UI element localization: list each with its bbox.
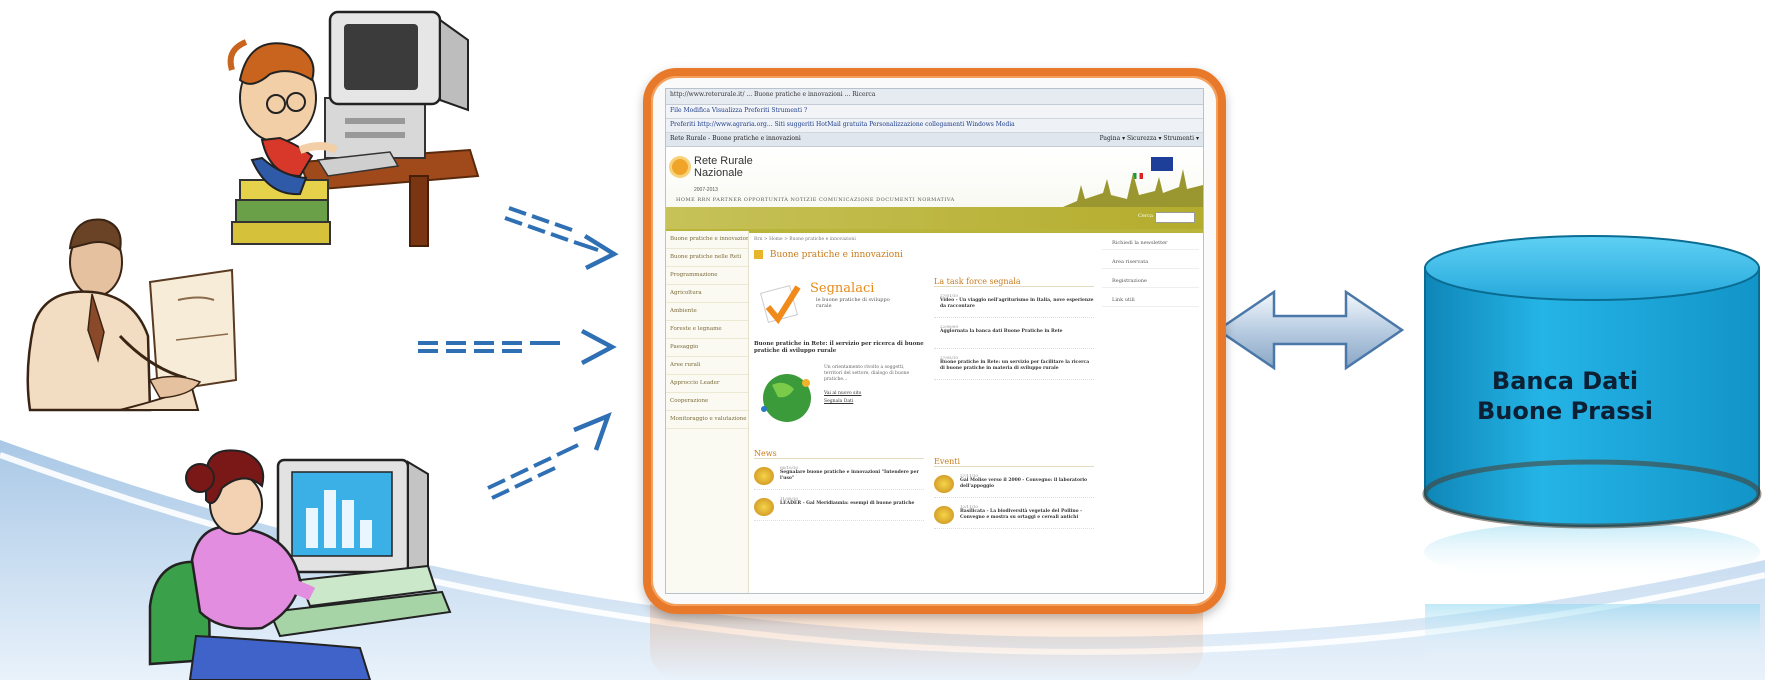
site-logo[interactable]: Rete Rurale Nazionale — [694, 155, 753, 179]
taskforce-item[interactable]: 22/09/09 Aggiornata la banca dati Buone P… — [934, 324, 1094, 349]
site-green-band: Cerca — [666, 207, 1203, 229]
browser-favorites-bar[interactable]: Preferiti http://www.agraria.org... Siti… — [666, 119, 1203, 133]
database-label-line1: Banca Dati — [1491, 367, 1639, 395]
site-header: Rete Rurale Nazionale 2007-2013 HOME RRN… — [666, 147, 1203, 233]
sidebar-item[interactable]: Paesaggio — [666, 339, 748, 357]
right-link[interactable]: Richiedi la newsletter — [1102, 237, 1199, 250]
right-link[interactable]: Registrazione — [1102, 275, 1199, 288]
sidebar-item[interactable]: Cooperazione — [666, 393, 748, 411]
item-text: LEADER - Gal Meridiaunia: esempi di buon… — [780, 501, 915, 506]
item-text: Basilicata - La biodiversità vegetale de… — [960, 509, 1083, 520]
item-text: Buone pratiche in Rete: un servizio per … — [940, 360, 1090, 371]
sidebar-item[interactable]: Aree rurali — [666, 357, 748, 375]
sidebar-item[interactable]: Programmazione — [666, 267, 748, 285]
news-list: 06/10/10 Segnalare buone pratiche e innov… — [754, 465, 924, 521]
logo-line2: Nazionale — [694, 167, 743, 179]
sidebar-item[interactable]: Approccio Leader — [666, 375, 748, 393]
taskforce-item[interactable]: 27/05/10 Buone pratiche in Rete: un servi… — [934, 355, 1094, 380]
events-list: 27/11/10 Gal Molise verso il 2000 - Conve… — [934, 473, 1094, 529]
site-main-content: Rrn > Home > Buone pratiche e innovazion… — [754, 231, 1094, 593]
segnalaci-title: Segnalaci — [810, 281, 875, 296]
logo-years: 2007-2013 — [694, 187, 718, 193]
thumbnail-icon — [754, 498, 774, 516]
taskforce-list: 27/01/10 Video - Un viaggio nell'agrituri… — [934, 293, 1094, 380]
thumbnail-icon — [934, 506, 954, 524]
site-nav[interactable]: HOME RRN PARTNER OPPORTUNITÀ NOTIZIE COM… — [676, 197, 955, 203]
news-heading: News — [754, 449, 924, 459]
right-link[interactable]: Area riservata — [1102, 256, 1199, 269]
intro-link-new-site[interactable]: Vai al nuovo sito — [824, 391, 861, 396]
diagram-canvas: http://www.reterurale.it/ ... Buone prat… — [0, 0, 1765, 680]
website-reflection — [650, 604, 1203, 680]
taskforce-item[interactable]: 27/01/10 Video - Un viaggio nell'agrituri… — [934, 293, 1094, 318]
database-label: Banca Dati Buone Prassi — [1440, 366, 1690, 426]
page-title-text: Buone pratiche e innovazioni — [769, 250, 903, 260]
item-text: Segnalare buone pratiche e innovazioni "… — [780, 470, 919, 481]
breadcrumb[interactable]: Rrn > Home > Buone pratiche e innovazion… — [754, 237, 1094, 242]
segnalaci-banner[interactable]: Segnalaci le buone pratiche di sviluppo … — [754, 277, 924, 337]
logo-line1: Rete Rurale — [694, 155, 753, 167]
item-text: Aggiornata la banca dati Buone Pratiche … — [940, 329, 1063, 334]
sidebar-item[interactable]: Buone pratiche nelle Reti — [666, 249, 748, 267]
events-item[interactable]: 12/11/10 Basilicata - La biodiversità veg… — [934, 504, 1094, 529]
events-panel: Eventi 27/11/10 Gal Molise verso il 2000 … — [934, 457, 1094, 529]
segnalaci-subtitle: le buone pratiche di sviluppo rurale — [816, 297, 890, 309]
right-link[interactable]: Link utili — [1102, 294, 1199, 307]
thumbnail-icon — [754, 467, 774, 485]
item-text: Gal Molise verso il 2000 - Convegno: il … — [960, 478, 1088, 489]
sidebar-item[interactable]: Foreste e legname — [666, 321, 748, 339]
globe-icon — [761, 374, 811, 422]
browser-page-menu[interactable]: Pagina ▾ Sicurezza ▾ Strumenti ▾ — [1100, 135, 1199, 144]
left-panel: Segnalaci le buone pratiche di sviluppo … — [754, 277, 924, 521]
database-label-line2: Buone Prassi — [1476, 397, 1653, 425]
sidebar-item[interactable]: Ambiente — [666, 303, 748, 321]
intro-link-report[interactable]: Segnala Dati — [824, 399, 853, 404]
site-sidebar: Buone pratiche e innovazioni Buone pratic… — [666, 231, 749, 593]
user-businessman-illustration — [26, 218, 238, 412]
intro-block: Un orientamento rivolto a soggetti, terr… — [754, 361, 924, 441]
sidebar-item[interactable]: Buone pratiche e innovazioni — [666, 231, 748, 249]
folder-icon — [754, 250, 763, 259]
user-boy-at-computer-illustration — [227, 10, 480, 247]
browser-window: http://www.reterurale.it/ ... Buone prat… — [665, 88, 1204, 594]
taskforce-heading: La task force segnala — [934, 277, 1094, 287]
arrow-user1-to-website — [504, 206, 619, 271]
news-item[interactable]: 06/10/10 Segnalare buone pratiche e innov… — [754, 465, 924, 490]
thumbnail-icon — [934, 475, 954, 493]
checkmark-icon — [760, 285, 801, 325]
site-right-column: Richiedi la newsletter Area riservata Regi… — [1098, 231, 1203, 593]
sidebar-item[interactable]: Monitoraggio e valutazione — [666, 411, 748, 429]
events-item[interactable]: 27/11/10 Gal Molise verso il 2000 - Conve… — [934, 473, 1094, 498]
browser-tab-bar[interactable]: Rete Rurale - Buone pratiche e innovazio… — [666, 133, 1203, 147]
intro-text: Un orientamento rivolto a soggetti, terr… — [824, 365, 910, 382]
search-input[interactable] — [1155, 212, 1195, 223]
sun-logo-icon — [672, 159, 688, 175]
website-screenshot-frame: http://www.reterurale.it/ ... Buone prat… — [643, 68, 1226, 614]
page-title: Buone pratiche e innovazioni — [754, 250, 1094, 260]
browser-tab[interactable]: Rete Rurale - Buone pratiche e innovazio… — [670, 135, 801, 144]
sidebar-item[interactable]: Agricoltura — [666, 285, 748, 303]
browser-menu-bar[interactable]: File Modifica Visualizza Preferiti Strum… — [666, 105, 1203, 119]
taskforce-panel: La task force segnala 27/01/10 Video - Un… — [934, 277, 1094, 380]
news-item[interactable]: 11/08/10 LEADER - Gal Meridiaunia: esempi… — [754, 496, 924, 521]
search-label: Cerca — [1138, 213, 1153, 219]
browser-address-bar[interactable]: http://www.reterurale.it/ ... Buone prat… — [666, 89, 1203, 105]
events-heading: Eventi — [934, 457, 1094, 467]
arrow-user2-to-website — [418, 329, 617, 365]
arrow-user3-to-website — [487, 412, 612, 500]
double-arrow-website-database — [1215, 289, 1405, 371]
intro-heading: Buone pratiche in Rete: il servizio per … — [754, 341, 924, 354]
item-text: Video - Un viaggio nell'agriturismo in I… — [940, 298, 1094, 309]
